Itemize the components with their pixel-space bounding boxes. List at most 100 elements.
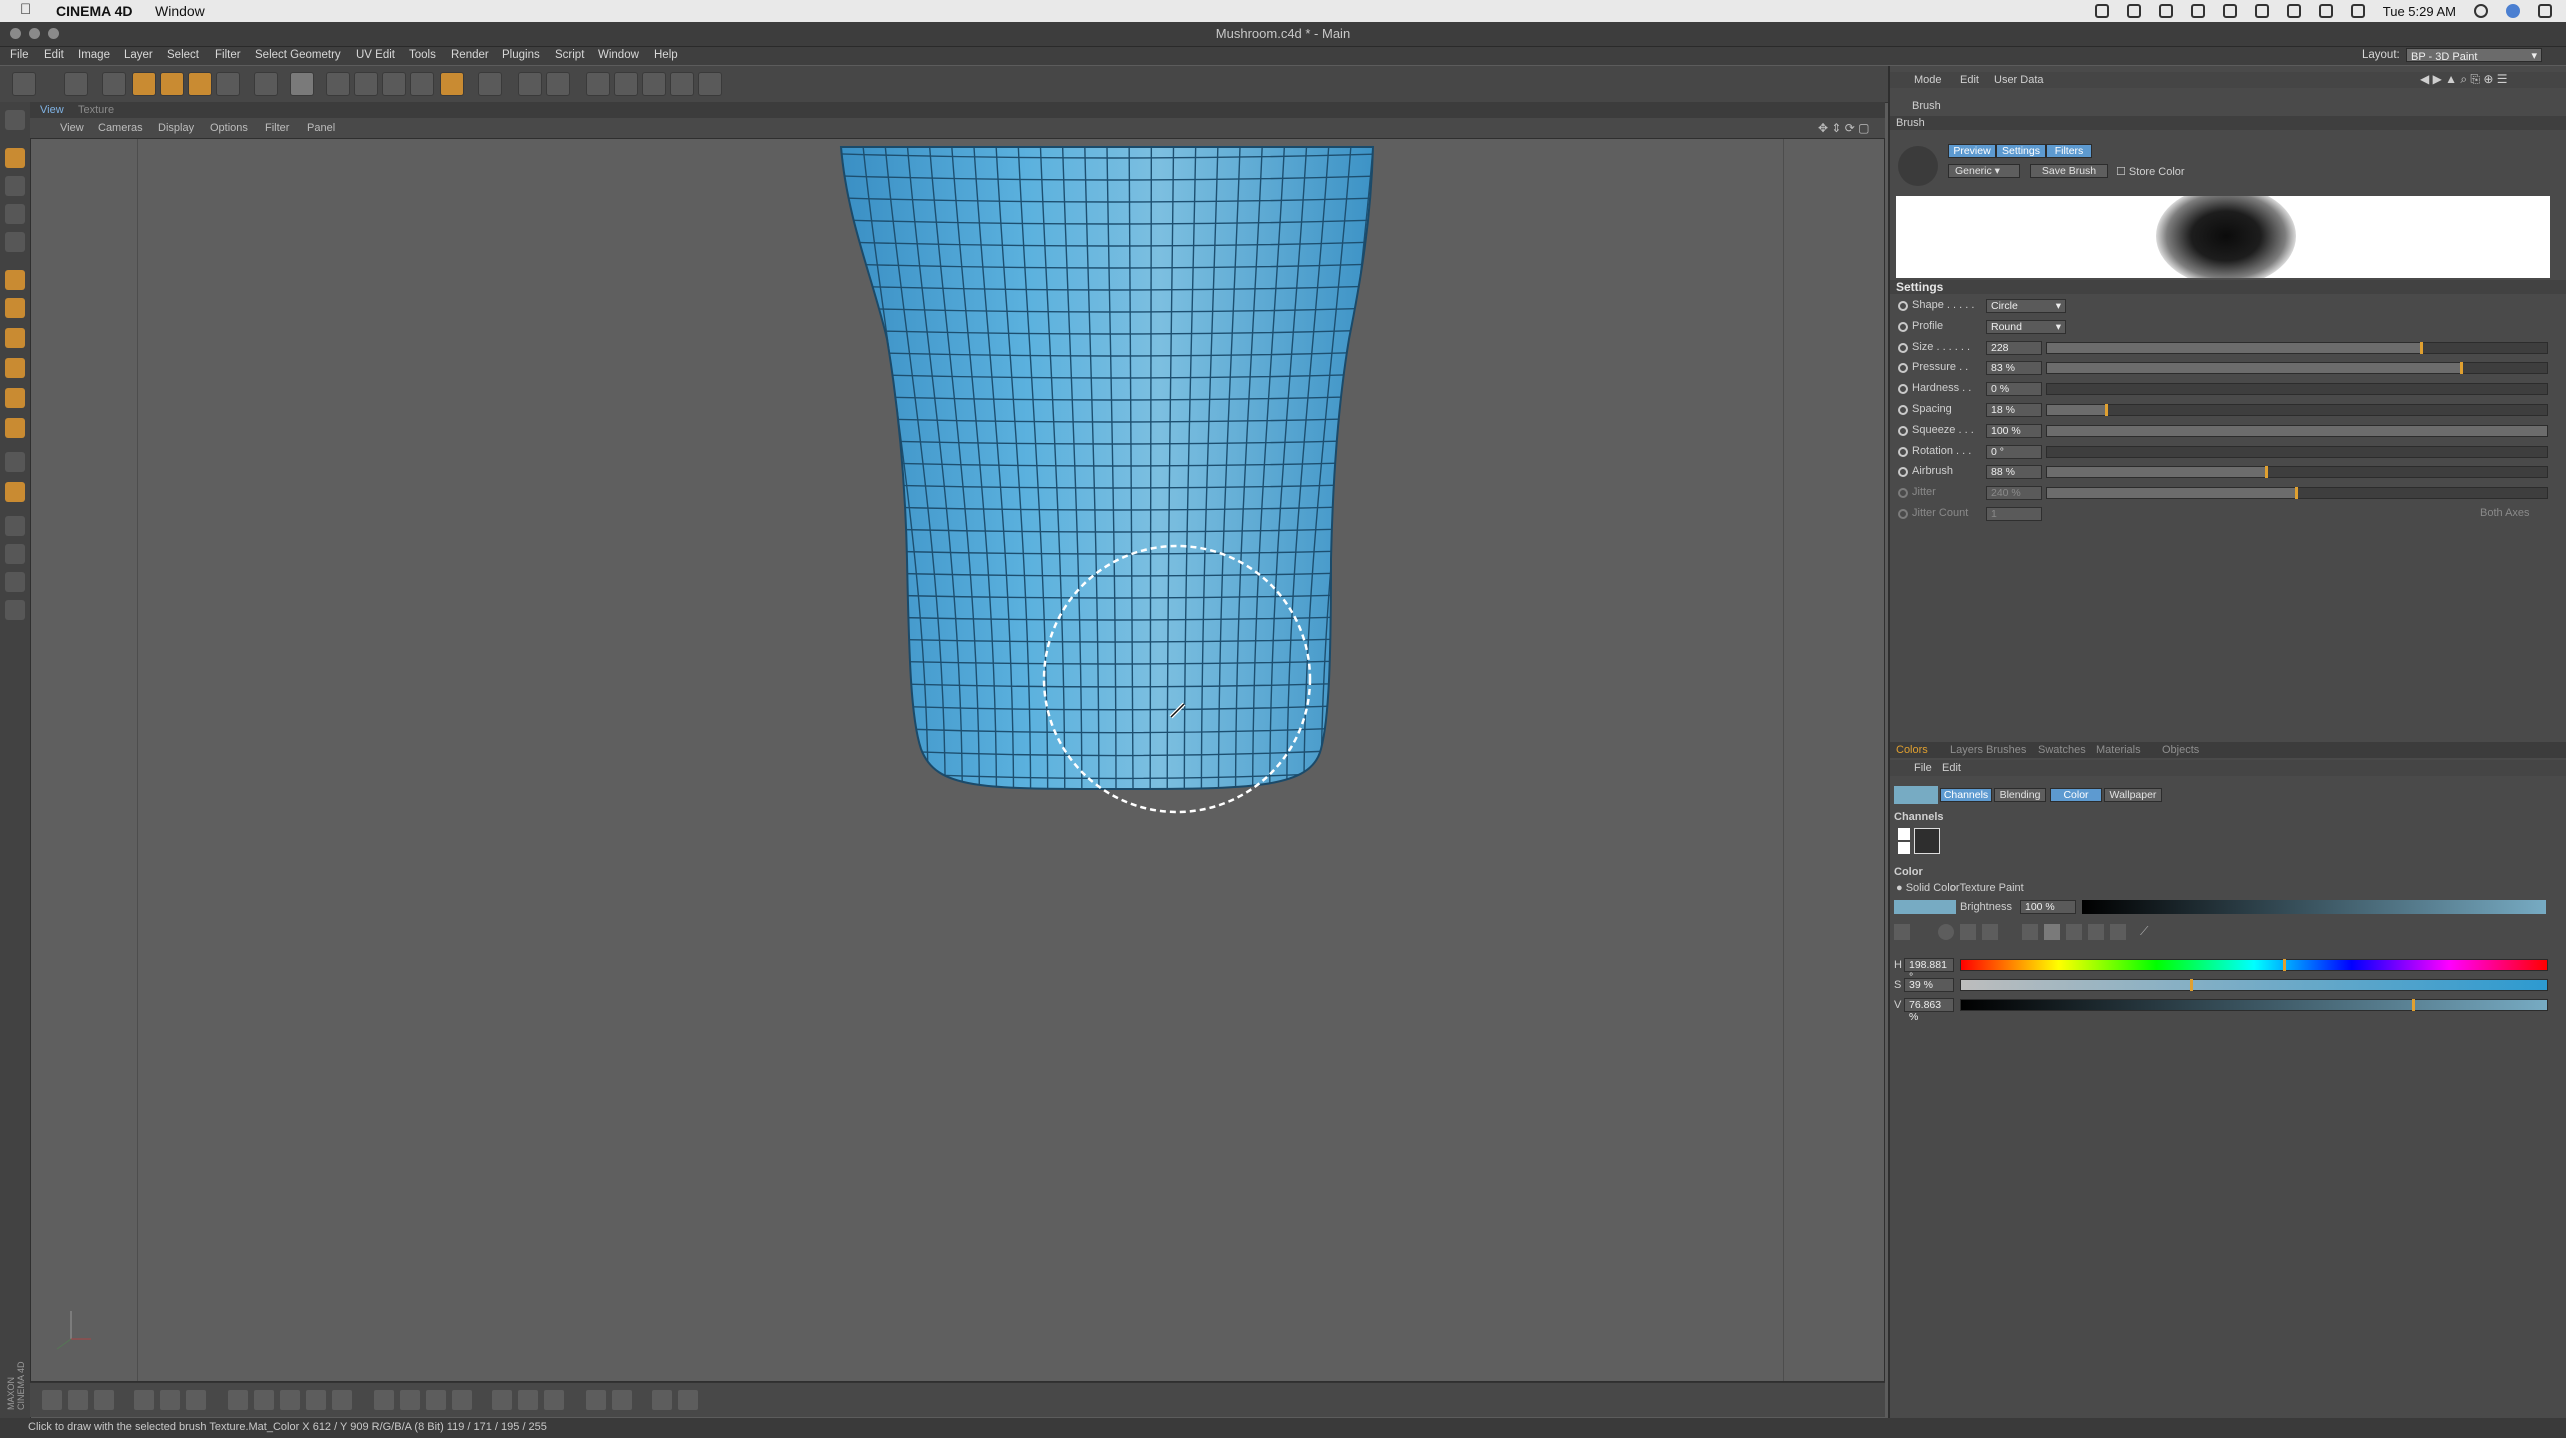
screen-icon[interactable]: [2126, 4, 2141, 18]
mask-icon[interactable]: [5, 600, 25, 620]
color-wheel-icon[interactable]: [1894, 924, 1910, 940]
tool-b-icon[interactable]: [68, 1390, 88, 1410]
attr-menu-mode[interactable]: Mode: [1914, 74, 1942, 86]
fill-bucket-icon[interactable]: [5, 358, 25, 378]
move-tool-icon[interactable]: [5, 148, 25, 168]
tool-u-icon[interactable]: [652, 1390, 672, 1410]
layout-dropdown[interactable]: BP - 3D Paint ▾: [2406, 48, 2542, 63]
param-slider[interactable]: [2046, 383, 2548, 396]
tool-o-icon[interactable]: [452, 1390, 472, 1410]
vp-menu-view[interactable]: View: [60, 122, 84, 134]
save-brush-button[interactable]: Save Brush: [2030, 164, 2108, 178]
param-slider-knob[interactable]: [2295, 487, 2298, 500]
subtab-color[interactable]: Color: [2050, 788, 2102, 802]
uv-points-icon[interactable]: [354, 72, 378, 96]
brightness-field[interactable]: 100 %: [2020, 900, 2076, 914]
3d-viewport[interactable]: [30, 138, 1885, 1382]
vp-menu-cameras[interactable]: Cameras: [98, 122, 143, 134]
menu-render[interactable]: Render: [451, 49, 489, 61]
layer-mask-icon[interactable]: [518, 72, 542, 96]
time-machine-icon[interactable]: [2222, 4, 2237, 18]
vp-menu-panel[interactable]: Panel: [307, 122, 335, 134]
tool-i-icon[interactable]: [280, 1390, 300, 1410]
brush-tool-icon[interactable]: [290, 72, 314, 96]
uv-edges-icon[interactable]: [382, 72, 406, 96]
menu-filter[interactable]: Filter: [215, 49, 241, 61]
navigate-icons[interactable]: ✥ ⇕ ⟳ ▢: [1818, 121, 1870, 135]
tab-settings-brush[interactable]: Settings: [1996, 144, 2046, 158]
eraser-icon[interactable]: [5, 328, 25, 348]
live-selection-icon[interactable]: [64, 72, 88, 96]
clock[interactable]: Tue 5:29 AM: [2383, 4, 2456, 19]
tool-t-icon[interactable]: [612, 1390, 632, 1410]
param-field[interactable]: Circle ▾: [1986, 299, 2066, 313]
tab-colors[interactable]: Colors: [1896, 744, 1928, 756]
param-field[interactable]: 1: [1986, 507, 2042, 521]
menu-uv-edit[interactable]: UV Edit: [356, 49, 395, 61]
eyedropper-small-icon[interactable]: ⟋: [2140, 924, 2148, 939]
param-field[interactable]: Round ▾: [1986, 319, 2066, 334]
undo-icon[interactable]: [12, 72, 36, 96]
param-keyframe-icon[interactable]: [1898, 321, 1908, 332]
attr-nav-icons[interactable]: ◀ ▶ ▲ ⌕ ⎘ ⊕ ☰: [2420, 72, 2507, 87]
hsv-icon[interactable]: [2044, 924, 2060, 940]
attr-menu-edit[interactable]: Edit: [1960, 74, 1979, 86]
tool-a-icon[interactable]: [42, 1390, 62, 1410]
value-slider[interactable]: [1960, 999, 2548, 1011]
layer-icon[interactable]: [546, 72, 570, 96]
bluetooth-icon[interactable]: [2254, 4, 2269, 18]
menu-tools[interactable]: Tools: [409, 49, 436, 61]
notification-center-icon[interactable]: [2538, 4, 2552, 18]
sphere-icon[interactable]: [698, 72, 722, 96]
uv-polygons-icon[interactable]: [410, 72, 434, 96]
cube-shaded-icon[interactable]: [670, 72, 694, 96]
texture-paint-radio[interactable]: ○ Texture Paint: [1950, 882, 2024, 894]
param-slider[interactable]: [2046, 404, 2548, 416]
param-keyframe-icon[interactable]: [1898, 405, 1908, 415]
param-field[interactable]: 83 %: [1986, 361, 2042, 376]
eyedropper-icon[interactable]: [5, 516, 25, 536]
saturation-slider[interactable]: [1960, 979, 2548, 991]
v-field[interactable]: 76.863 %: [1904, 998, 1954, 1023]
subtab-blending[interactable]: Blending: [1994, 788, 2046, 802]
menu-script[interactable]: Script: [555, 49, 584, 61]
param-keyframe-icon[interactable]: [1898, 467, 1908, 478]
menu-window[interactable]: Window: [598, 49, 639, 61]
paint-mode-icon[interactable]: [254, 72, 278, 96]
coordinate-icon[interactable]: [216, 72, 240, 96]
param-field[interactable]: 18 %: [1986, 403, 2042, 417]
rect-select-icon[interactable]: [5, 176, 25, 196]
param-slider[interactable]: [2046, 487, 2548, 500]
param-slider[interactable]: [2046, 362, 2548, 375]
siri-icon[interactable]: [2506, 4, 2520, 18]
cube-icon[interactable]: [614, 72, 638, 96]
value-knob[interactable]: [2412, 999, 2416, 1011]
selection-icon[interactable]: [5, 110, 25, 130]
tool-e-icon[interactable]: [160, 1390, 180, 1410]
grid-icon[interactable]: [5, 232, 25, 252]
param-slider[interactable]: [2046, 424, 2548, 437]
tab-filters[interactable]: Filters: [2046, 144, 2092, 158]
tool-p-icon[interactable]: [492, 1390, 512, 1410]
param-field[interactable]: 0 %: [1986, 382, 2042, 397]
brightness-gradient[interactable]: [2082, 900, 2546, 914]
vp-menu-display[interactable]: Display: [158, 122, 194, 134]
tool-q-icon[interactable]: [518, 1390, 538, 1410]
subtab-channels[interactable]: Channels: [1940, 788, 1992, 802]
param-keyframe-icon[interactable]: [1898, 446, 1908, 457]
image-picker-icon[interactable]: [1982, 924, 1998, 940]
wifi-icon[interactable]: [2286, 4, 2301, 18]
param-keyframe-icon[interactable]: [1898, 301, 1908, 311]
hue-knob[interactable]: [2283, 959, 2287, 971]
tab-objects[interactable]: Objects: [2162, 744, 2199, 756]
tool-j-icon[interactable]: [306, 1390, 326, 1410]
channel-thumbnail[interactable]: [1914, 828, 1940, 854]
s-field[interactable]: 39 %: [1904, 978, 1954, 992]
mixer-icon[interactable]: [2088, 924, 2104, 940]
param-keyframe-icon[interactable]: [1898, 342, 1908, 353]
volume-icon[interactable]: [2350, 4, 2365, 18]
tab-layers[interactable]: Layers: [1950, 744, 1983, 756]
param-keyframe-icon[interactable]: [1898, 384, 1908, 395]
tab-texture[interactable]: Texture: [78, 104, 114, 116]
subtab-wallpaper[interactable]: Wallpaper: [2104, 788, 2162, 802]
